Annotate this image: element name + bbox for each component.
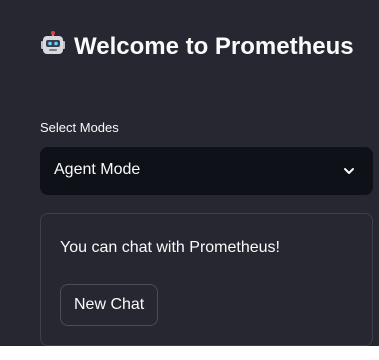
page-title: Welcome to Prometheus — [40, 30, 360, 63]
sidebar: Welcome to Prometheus Select Modes Agent… — [0, 0, 379, 346]
mode-select-value: Agent Mode — [54, 161, 141, 178]
new-chat-button[interactable]: New Chat — [60, 284, 159, 326]
chat-card-text: You can chat with Prometheus! — [60, 239, 280, 256]
mode-select[interactable]: Agent Mode — [40, 147, 373, 195]
robot-face-icon — [41, 31, 65, 54]
chevron-down-icon — [344, 168, 354, 174]
page-title-text: Welcome to Prometheus — [74, 33, 354, 60]
chat-card: You can chat with Prometheus! New Chat — [40, 213, 373, 346]
select-modes-label: Select Modes — [40, 120, 119, 135]
